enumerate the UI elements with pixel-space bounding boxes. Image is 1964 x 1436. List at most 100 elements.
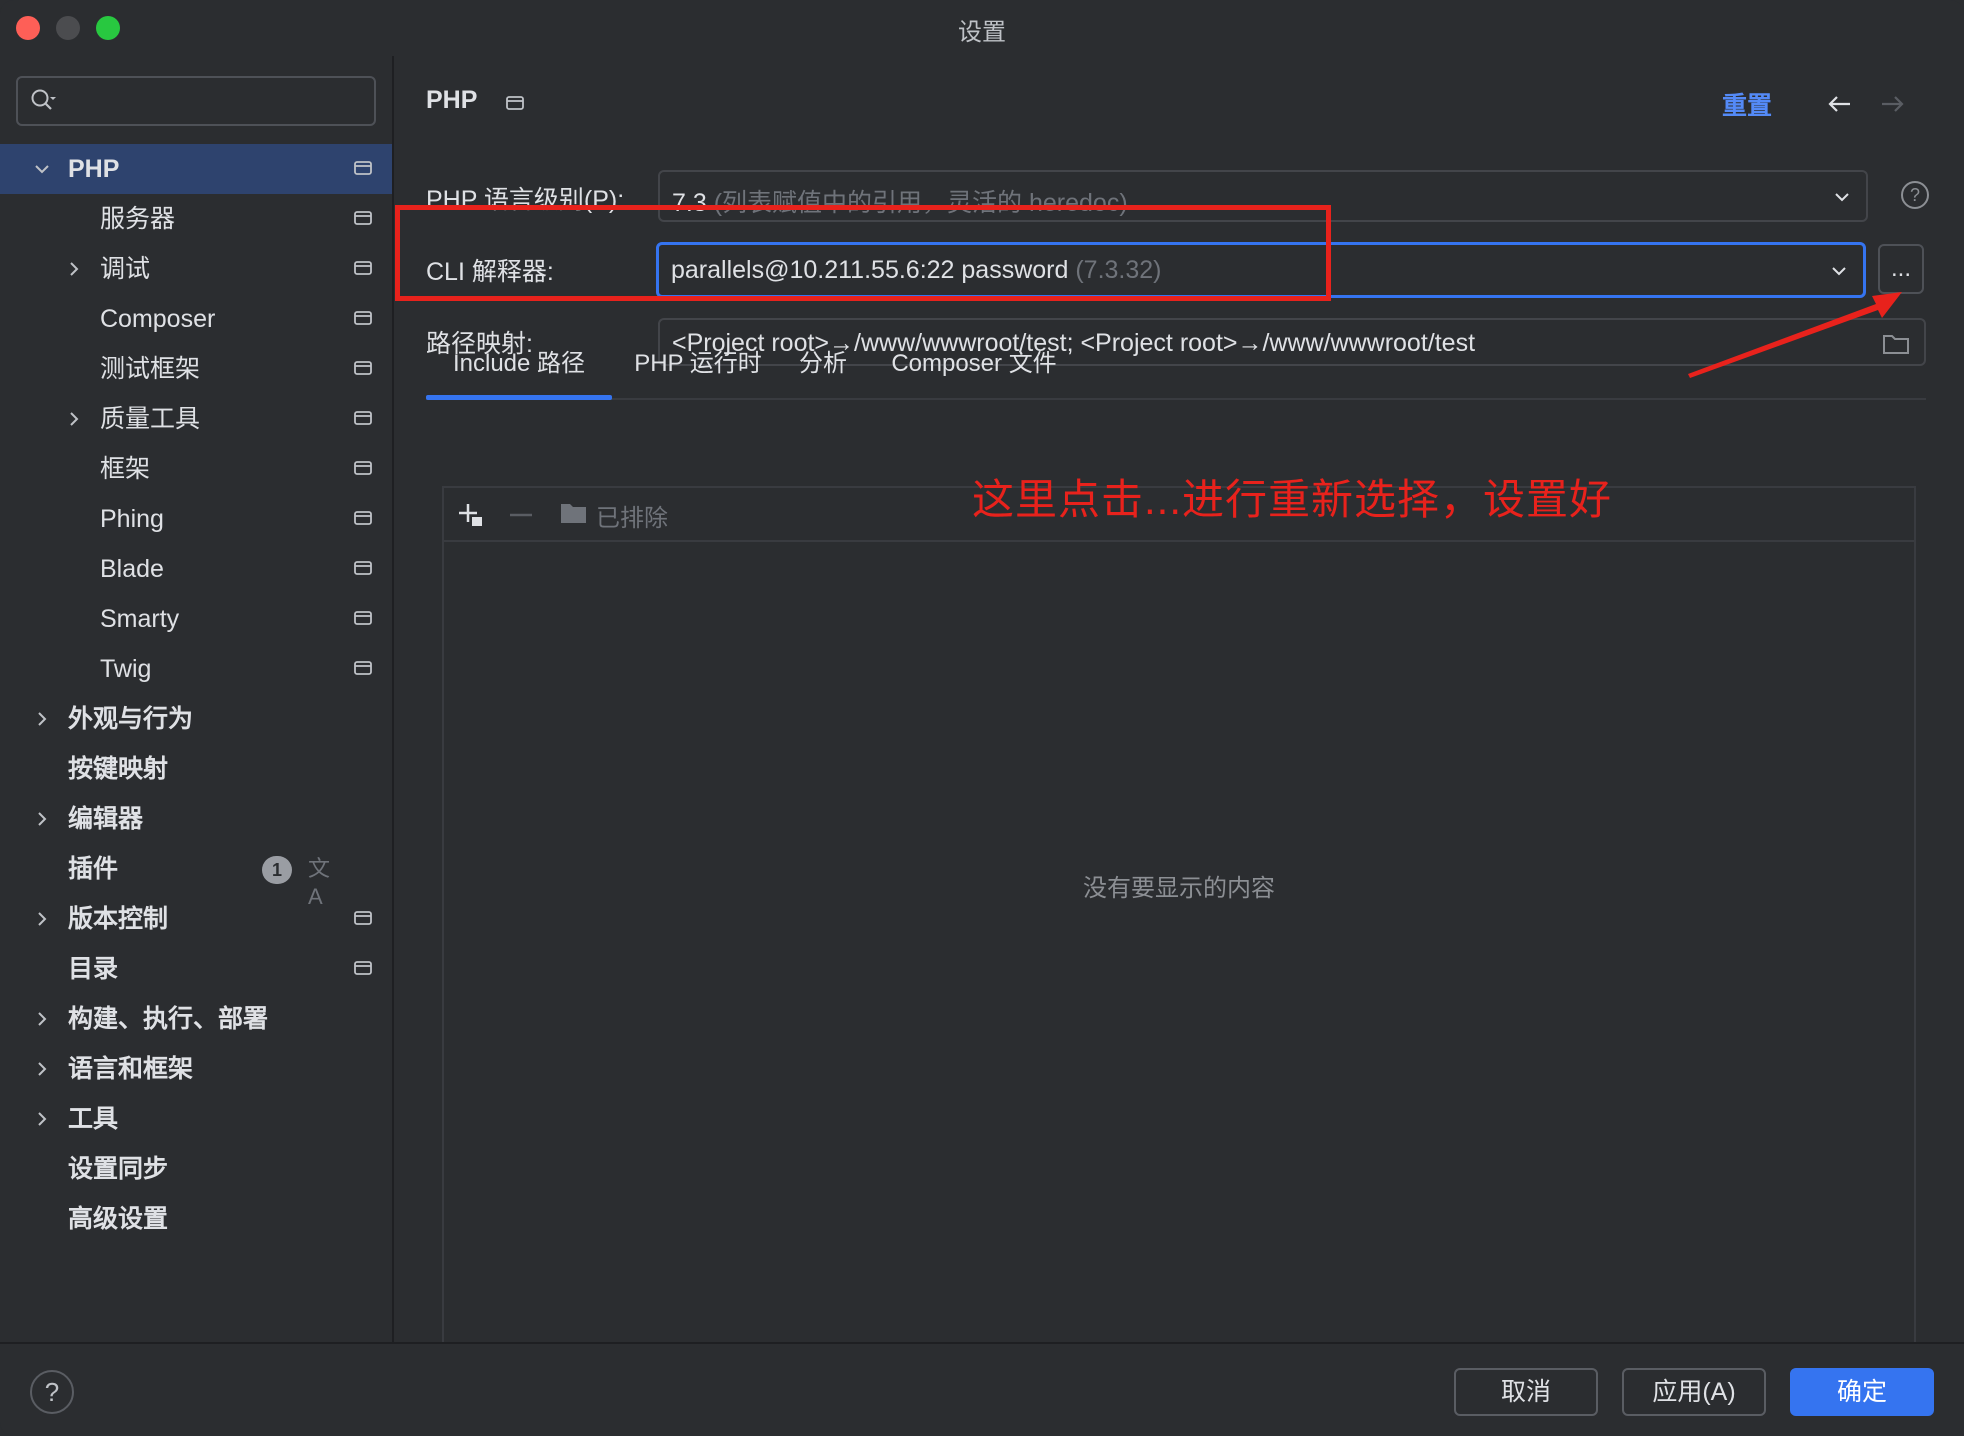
sidebar-item-label: Phing — [100, 505, 164, 533]
chevron-right-icon[interactable] — [64, 409, 84, 429]
sidebar-item[interactable]: 质量工具 — [0, 394, 392, 444]
sidebar-item-label: 调试 — [100, 255, 151, 283]
project-level-icon — [354, 661, 372, 675]
empty-state-text: 没有要显示的内容 — [1083, 875, 1275, 902]
svg-text:?: ? — [1910, 185, 1920, 205]
forward-arrow-icon[interactable] — [1876, 88, 1908, 120]
settings-search-input[interactable] — [70, 84, 364, 118]
sidebar-item[interactable]: 目录 — [0, 944, 392, 994]
translate-icon: 文A — [308, 856, 331, 909]
footer-help-button[interactable]: ? — [30, 1370, 74, 1414]
chevron-right-icon[interactable] — [32, 909, 52, 929]
project-level-icon — [354, 461, 372, 475]
chevron-down-icon — [1835, 193, 1849, 202]
project-level-icon — [354, 211, 372, 225]
chevron-right-icon[interactable] — [64, 259, 84, 279]
sidebar-item[interactable]: 按键映射 — [0, 744, 392, 794]
settings-search-box[interactable] — [16, 76, 376, 126]
settings-tree: PHP 服务器调试 Composer 测试框架质量工具框架 Phing Blade Smar… — [0, 144, 392, 1244]
sidebar-item[interactable]: Twig — [0, 644, 392, 694]
sidebar-item[interactable]: 调试 — [0, 244, 392, 294]
project-level-icon — [354, 611, 372, 625]
sidebar-item-label: 高级设置 — [68, 1205, 169, 1233]
settings-sidebar: PHP 服务器调试 Composer 测试框架质量工具框架 Phing Blade Smar… — [0, 56, 394, 1342]
sidebar-item-label: 测试框架 — [100, 355, 201, 383]
sidebar-item-label: 按键映射 — [68, 755, 169, 783]
sidebar-item[interactable]: Blade — [0, 544, 392, 594]
sidebar-item[interactable]: 设置同步 — [0, 1144, 392, 1194]
tab-include-path[interactable]: Include 路径 — [426, 346, 612, 400]
sidebar-item-label: 设置同步 — [68, 1155, 169, 1183]
sidebar-item-label: 编辑器 — [68, 805, 144, 833]
cancel-button[interactable]: 取消 — [1454, 1368, 1598, 1416]
sidebar-item[interactable]: 构建、执行、部署 — [0, 994, 392, 1044]
project-level-icon — [354, 361, 372, 375]
include-path-panel: 已排除 没有要显示的内容 — [442, 486, 1916, 1346]
tab-composer-files[interactable]: Composer 文件 — [882, 346, 1066, 398]
sidebar-item-label: 外观与行为 — [68, 705, 194, 733]
sidebar-item[interactable]: 框架 — [0, 444, 392, 494]
excluded-folder-icon — [561, 504, 586, 523]
update-count-badge: 1 — [262, 856, 292, 884]
sidebar-item-label: PHP — [68, 155, 120, 183]
project-level-icon — [354, 961, 372, 975]
help-icon[interactable]: ? — [1900, 180, 1930, 210]
chevron-down-icon — [1832, 267, 1846, 276]
project-level-icon — [354, 161, 372, 175]
apply-button[interactable]: 应用(A) — [1622, 1368, 1766, 1416]
sidebar-item[interactable]: PHP — [0, 144, 392, 194]
annotation-text: 这里点击...进行重新选择，设置好 — [972, 476, 1613, 523]
chevron-right-icon[interactable] — [32, 709, 52, 729]
sidebar-item-label: 服务器 — [100, 205, 176, 233]
project-level-icon — [354, 511, 372, 525]
sidebar-item-label: Twig — [100, 655, 152, 683]
sidebar-item[interactable]: 外观与行为 — [0, 694, 392, 744]
sidebar-item[interactable]: 测试框架 — [0, 344, 392, 394]
excluded-label[interactable]: 已排除 — [596, 498, 668, 533]
window-title: 设置 — [958, 19, 1006, 46]
cli-interpreter-more-button[interactable]: ... — [1878, 244, 1924, 294]
dialog-footer: ? 取消 应用(A) 确定 — [0, 1342, 1964, 1436]
sidebar-item[interactable]: 版本控制 — [0, 894, 392, 944]
sidebar-item[interactable]: 插件 1 文A — [0, 844, 392, 909]
sidebar-item-label: 语言和框架 — [68, 1055, 194, 1083]
sidebar-item[interactable]: Smarty — [0, 594, 392, 644]
sidebar-item[interactable]: 高级设置 — [0, 1194, 392, 1244]
annotation-highlight-box — [395, 205, 1331, 301]
title-bar: 设置 — [0, 0, 1964, 56]
sidebar-item[interactable]: Phing — [0, 494, 392, 544]
sidebar-item-label: 质量工具 — [100, 405, 201, 433]
tab-analysis[interactable]: 分析 — [794, 346, 852, 398]
project-level-icon — [354, 411, 372, 425]
sidebar-item[interactable]: 服务器 — [0, 194, 392, 244]
sidebar-item[interactable]: Composer — [0, 294, 392, 344]
chevron-right-icon[interactable] — [32, 1109, 52, 1129]
sidebar-item-label: 工具 — [68, 1105, 119, 1133]
project-level-icon — [354, 911, 372, 925]
back-arrow-icon[interactable] — [1824, 88, 1856, 120]
search-icon — [31, 89, 56, 110]
sidebar-item-label: 插件 — [68, 855, 119, 883]
chevron-down-icon[interactable] — [32, 159, 52, 179]
annotation-arrow — [1688, 292, 1902, 378]
add-icon[interactable] — [456, 500, 486, 530]
reset-link[interactable]: 重置 — [1722, 86, 1772, 122]
page-title: PHP — [426, 86, 478, 114]
sidebar-item[interactable]: 工具 — [0, 1094, 392, 1144]
remove-icon[interactable] — [506, 500, 536, 530]
ok-button[interactable]: 确定 — [1790, 1368, 1934, 1416]
settings-window: 设置 PHP 服务器调试 Composer 测试框架质量工具框架 Phing Blade S… — [0, 0, 1964, 1436]
tab-php-runtime[interactable]: PHP 运行时 — [630, 346, 766, 398]
project-level-icon — [354, 561, 372, 575]
sidebar-item-label: 目录 — [68, 955, 119, 983]
chevron-right-icon[interactable] — [32, 1059, 52, 1079]
sidebar-item[interactable]: 编辑器 — [0, 794, 392, 844]
chevron-right-icon[interactable] — [32, 1009, 52, 1029]
chevron-right-icon[interactable] — [32, 809, 52, 829]
sidebar-item[interactable]: 语言和框架 — [0, 1044, 392, 1094]
sidebar-item-label: 版本控制 — [68, 905, 169, 933]
sidebar-item-label: 构建、执行、部署 — [68, 1005, 269, 1033]
project-level-icon — [506, 96, 524, 110]
sidebar-item-label: Smarty — [100, 605, 180, 633]
project-level-icon — [354, 311, 372, 325]
